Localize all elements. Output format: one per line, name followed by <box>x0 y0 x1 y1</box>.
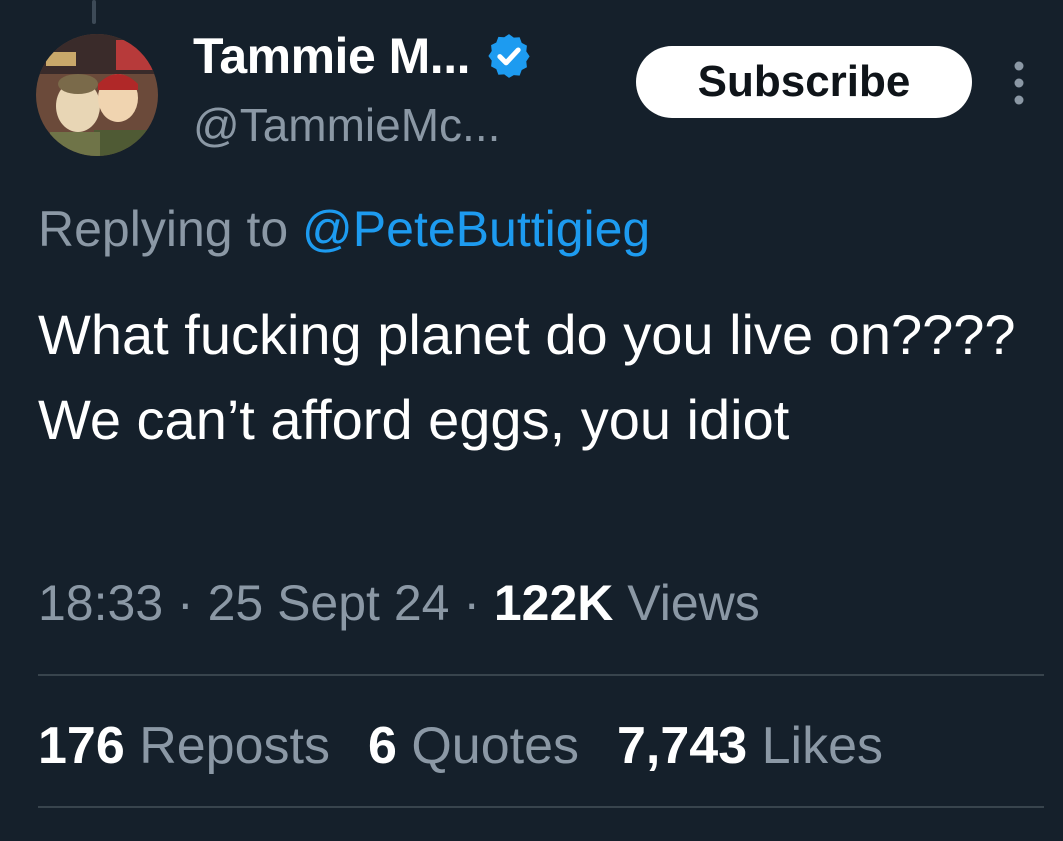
likes-count: 7,743 <box>617 717 748 775</box>
views-label: Views <box>613 575 760 631</box>
tweet-time[interactable]: 18:33 <box>38 575 163 631</box>
meta-separator: · <box>449 575 494 631</box>
likes-label: Likes <box>747 717 883 775</box>
more-vertical-icon[interactable] <box>1004 58 1034 108</box>
quotes-count: 6 <box>367 717 397 775</box>
views-count: 122K <box>493 575 614 631</box>
reposts-stat[interactable]: 176 Reposts <box>38 716 330 776</box>
reply-mention-link[interactable]: @PeteButtigieg <box>302 201 650 257</box>
meta-separator: · <box>163 575 208 631</box>
tweet-meta: 18:33 · 25 Sept 24 · 122K Views <box>38 574 760 632</box>
author-display-name[interactable]: Tammie M... <box>193 27 470 85</box>
subscribe-button[interactable]: Subscribe <box>636 46 972 118</box>
replying-to-prefix: Replying to <box>38 201 303 257</box>
verified-badge-icon <box>488 34 530 78</box>
divider <box>38 674 1044 676</box>
replying-to-line: Replying to @PeteButtigieg <box>38 200 650 258</box>
author-handle[interactable]: @TammieMc... <box>193 98 500 152</box>
divider <box>38 806 1044 808</box>
tweet-text: What fucking planet do you live on???? W… <box>38 303 1016 451</box>
tweet-date[interactable]: 25 Sept 24 <box>208 575 450 631</box>
quotes-label: Quotes <box>396 717 580 775</box>
engagement-stats: 176 Reposts 6 Quotes 7,743 Likes <box>38 716 883 776</box>
avatar-photo-icon <box>36 34 158 156</box>
reposts-count: 176 <box>38 717 125 775</box>
author-name-row: Tammie M... <box>193 26 534 86</box>
avatar[interactable] <box>36 34 158 156</box>
quotes-stat[interactable]: 6 Quotes <box>368 716 579 776</box>
thread-connector-line <box>92 0 96 24</box>
reposts-label: Reposts <box>124 717 330 775</box>
likes-stat[interactable]: 7,743 Likes <box>617 716 883 776</box>
